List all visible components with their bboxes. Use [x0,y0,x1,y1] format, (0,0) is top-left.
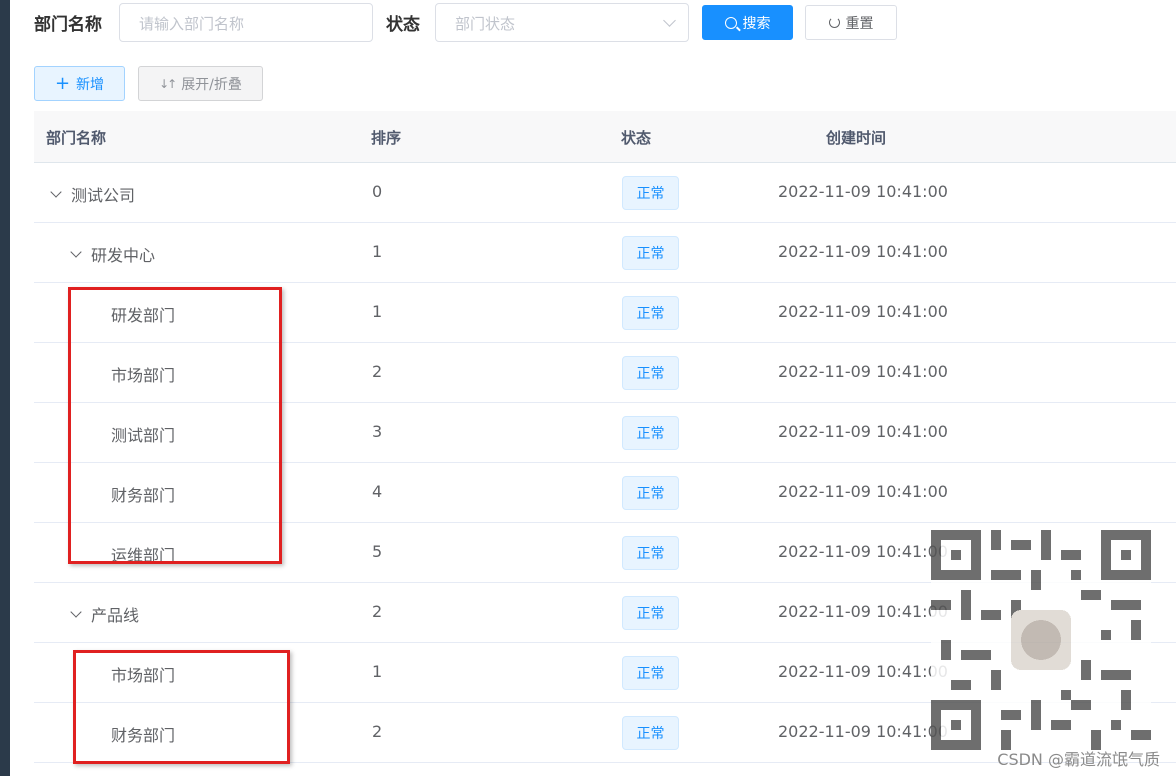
expand-chevron-icon[interactable] [70,245,82,258]
chevron-down-icon [663,14,676,27]
order-cell: 5 [372,542,383,561]
order-cell: 4 [372,482,383,501]
add-button[interactable]: + 新增 [34,66,125,101]
header-order: 排序 [371,129,402,147]
status-badge: 正常 [622,716,679,750]
reset-button[interactable]: 重置 [805,5,897,40]
status-select[interactable]: 部门状态 [435,3,689,42]
search-button[interactable]: 搜索 [702,5,793,40]
status-badge: 正常 [622,656,679,690]
table-header: 部门名称 排序 状态 创建时间 [34,111,1176,163]
order-cell: 2 [372,722,383,741]
order-cell: 1 [372,242,383,261]
created-time-cell: 2022-11-09 10:41:00 [778,482,948,501]
order-cell: 0 [372,182,383,201]
order-cell: 1 [372,662,383,681]
header-created: 创建时间 [826,129,887,147]
sidebar-edge [0,0,10,776]
status-badge: 正常 [622,176,679,210]
status-label: 状态 [386,15,420,35]
table-row[interactable]: 研发中心 1 正常 2022-11-09 10:41:00 [34,223,1176,283]
status-badge: 正常 [622,416,679,450]
status-badge: 正常 [622,356,679,390]
header-status: 状态 [621,129,652,147]
dept-name-placeholder: 请输入部门名称 [139,15,245,33]
status-badge: 正常 [622,536,679,570]
add-button-label: 新增 [76,76,105,93]
order-cell: 1 [372,302,383,321]
watermark-text: CSDN @霸道流氓气质 [997,750,1160,769]
created-time-cell: 2022-11-09 10:41:00 [778,422,948,441]
refresh-icon [828,17,840,28]
qr-code-image [931,530,1151,750]
annotation-box-rd-children [68,287,282,564]
order-cell: 2 [372,602,383,621]
dept-name-label: 部门名称 [34,15,102,35]
dept-name-input[interactable]: 请输入部门名称 [119,3,373,42]
header-dept-name: 部门名称 [46,129,107,147]
status-placeholder: 部门状态 [455,15,516,33]
created-time-cell: 2022-11-09 10:41:00 [778,542,948,561]
created-time-cell: 2022-11-09 10:41:00 [778,662,948,681]
dept-name-cell: 产品线 [70,602,140,626]
search-icon [724,16,737,29]
status-badge: 正常 [622,296,679,330]
status-badge: 正常 [622,596,679,630]
reset-button-label: 重置 [845,15,874,32]
dept-name-text: 测试公司 [71,186,136,205]
expand-collapse-label: 展开/折叠 [181,76,242,93]
table-row[interactable]: 测试公司 0 正常 2022-11-09 10:41:00 [34,163,1176,223]
created-time-cell: 2022-11-09 10:41:00 [778,242,948,261]
created-time-cell: 2022-11-09 10:41:00 [778,602,948,621]
created-time-cell: 2022-11-09 10:41:00 [778,182,948,201]
sort-icon: ↓↑ [159,76,177,91]
expand-chevron-icon[interactable] [70,605,82,618]
expand-collapse-button[interactable]: ↓↑ 展开/折叠 [138,66,263,101]
dept-name-cell: 研发中心 [70,242,156,266]
dept-name-text: 研发中心 [91,246,156,265]
created-time-cell: 2022-11-09 10:41:00 [778,362,948,381]
created-time-cell: 2022-11-09 10:41:00 [778,722,948,741]
plus-icon: + [54,72,71,94]
order-cell: 2 [372,362,383,381]
order-cell: 3 [372,422,383,441]
dept-name-cell: 测试公司 [50,182,136,206]
status-badge: 正常 [622,236,679,270]
dept-name-text: 产品线 [91,606,140,625]
search-button-label: 搜索 [742,15,771,32]
expand-chevron-icon[interactable] [50,185,62,198]
status-badge: 正常 [622,476,679,510]
annotation-box-product-children [73,650,290,764]
created-time-cell: 2022-11-09 10:41:00 [778,302,948,321]
